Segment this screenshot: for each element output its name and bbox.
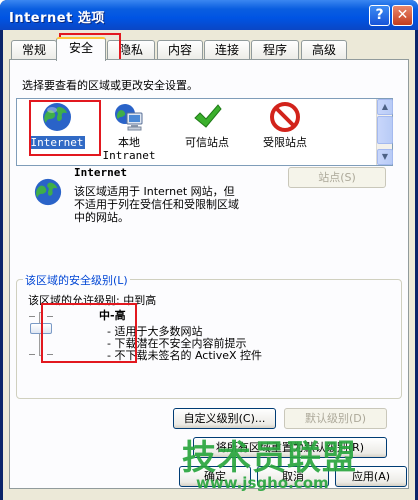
tab-content[interactable]: 内容	[157, 40, 203, 60]
scroll-thumb[interactable]	[377, 116, 393, 144]
ok-button[interactable]: 确定	[179, 466, 251, 487]
zone-instruction: 选择要查看的区域或更改安全设置。	[22, 79, 198, 92]
checkmark-icon	[191, 101, 223, 133]
zone-local-intranet[interactable]: 本地 Intranet	[89, 101, 169, 162]
computer-network-icon	[113, 101, 145, 133]
zone-trusted-sites[interactable]: 可信站点	[167, 101, 247, 149]
zone-restricted-label: 受限站点	[263, 136, 307, 149]
cancel-button[interactable]: 取消	[257, 466, 329, 487]
window-title: Internet 选项	[9, 11, 105, 26]
apply-button[interactable]: 应用(A)	[335, 466, 407, 487]
zone-info-title: Internet	[74, 166, 127, 179]
reset-all-zones-button[interactable]: 将所有区域重置为默认级别(R)	[193, 437, 387, 458]
zone-list-scrollbar[interactable]: ▲ ▼	[376, 99, 393, 165]
tab-advanced[interactable]: 高级	[301, 40, 347, 60]
tab-security[interactable]: 安全	[56, 37, 106, 61]
sites-button[interactable]: 站点(S)	[288, 167, 386, 188]
prohibited-icon	[269, 101, 301, 133]
zone-local-label: 本地	[118, 136, 140, 149]
scroll-up-arrow-icon[interactable]: ▲	[377, 99, 393, 115]
scroll-down-arrow-icon[interactable]: ▼	[377, 149, 393, 165]
security-level-group-title: 该区域的安全级别(L)	[23, 272, 130, 288]
zone-info-desc-3: 中的网站。	[74, 211, 129, 224]
internet-options-window: Internet 选项 ? ✕ 常规 安全 隐私 内容 连接 程序 高级 选择要…	[0, 0, 418, 500]
close-button[interactable]: ✕	[392, 5, 413, 26]
help-button[interactable]: ?	[369, 5, 390, 26]
tab-programs[interactable]: 程序	[251, 40, 299, 60]
default-level-button[interactable]: 默认级别(D)	[284, 408, 387, 429]
highlight-security-slider	[41, 303, 137, 363]
tab-connections[interactable]: 连接	[204, 40, 250, 60]
zone-restricted-sites[interactable]: 受限站点	[245, 101, 325, 149]
security-tab-panel: 选择要查看的区域或更改安全设置。 Internet 本地 Intranet 可信…	[9, 59, 409, 489]
custom-level-button[interactable]: 自定义级别(C)...	[173, 408, 276, 429]
zone-trusted-label: 可信站点	[185, 136, 229, 149]
globe-icon	[33, 177, 63, 207]
title-bar[interactable]: Internet 选项 ? ✕	[0, 0, 418, 30]
highlight-internet-zone	[29, 100, 101, 156]
tab-general[interactable]: 常规	[11, 40, 57, 60]
dialog-client-area: 常规 安全 隐私 内容 连接 程序 高级 选择要查看的区域或更改安全设置。 In…	[3, 30, 415, 500]
zone-local-label-2: Intranet	[102, 149, 156, 162]
